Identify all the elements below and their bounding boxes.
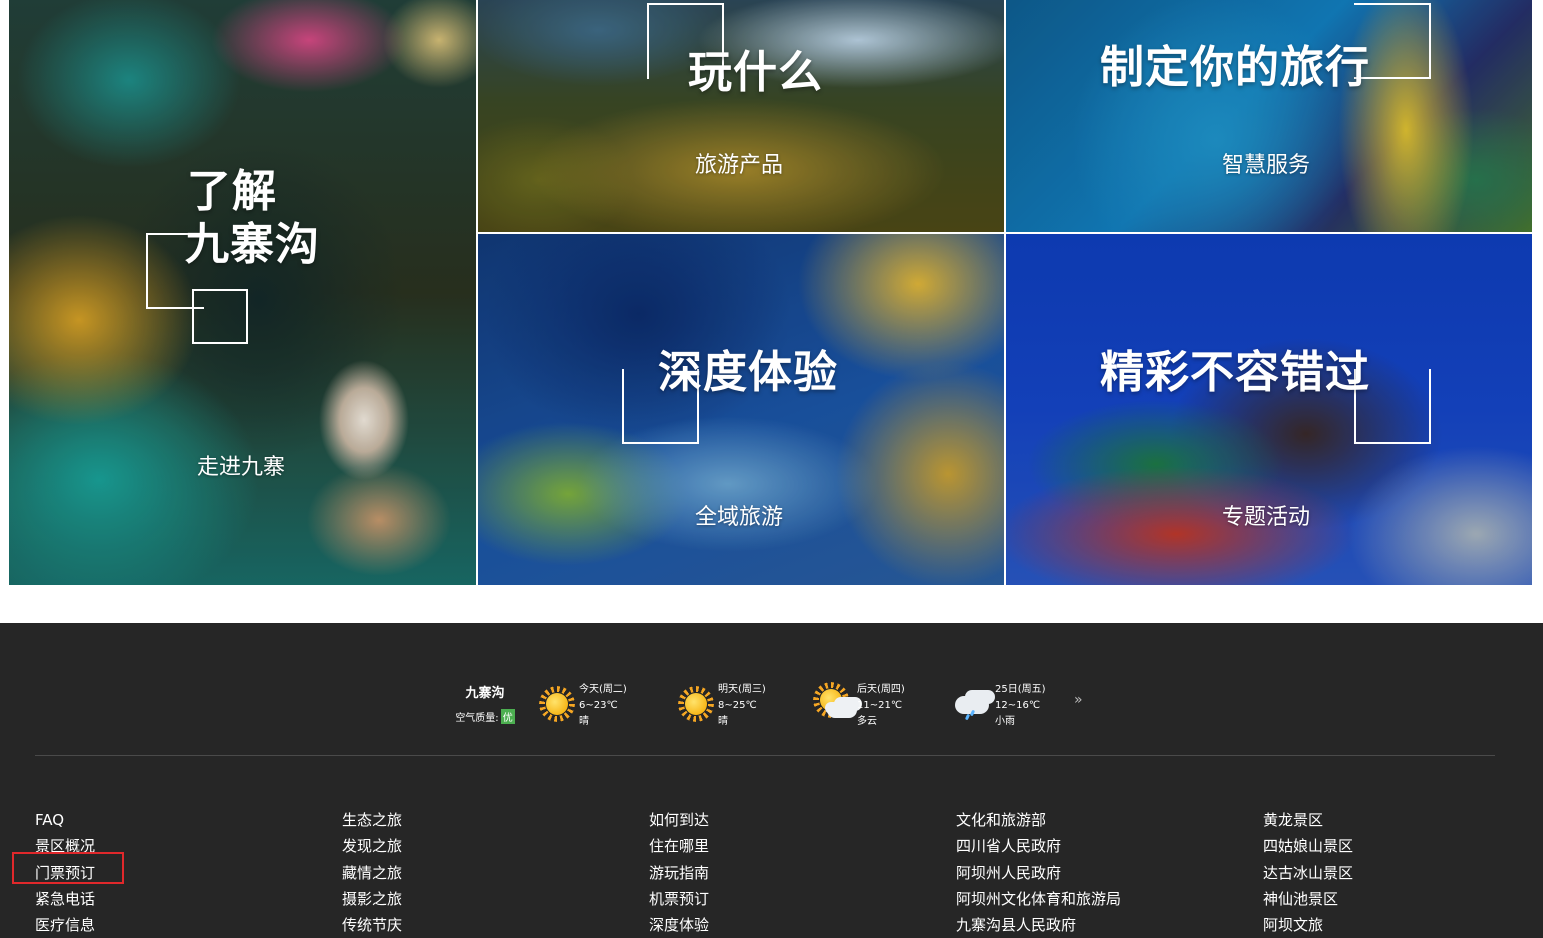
tile-not-to-miss[interactable]: 精彩不容错过 专题活动 bbox=[1006, 234, 1532, 585]
footer-link-siguniang[interactable]: 四姑娘山景区 bbox=[1263, 833, 1353, 859]
tile-subtitle: 智慧服务 bbox=[1222, 153, 1311, 178]
weather-day-after-tomorrow: 后天(周四) 11~21℃ 多云 bbox=[813, 678, 945, 738]
tile-learn-jiuzhaigou[interactable]: 了解 九寨沟 走进九寨 bbox=[9, 0, 476, 585]
air-quality-label: 空气质量: bbox=[455, 713, 499, 724]
weather-temp: 6~23℃ bbox=[579, 700, 618, 711]
weather-temp: 8~25℃ bbox=[718, 700, 757, 711]
footer-link-huanglong[interactable]: 黄龙景区 bbox=[1263, 807, 1353, 833]
partly-cloudy-icon bbox=[813, 682, 857, 724]
weather-day-label: 明天(周三) bbox=[718, 684, 766, 695]
footer-link-tibetan-tour[interactable]: 藏情之旅 bbox=[342, 860, 402, 886]
weather-day-label: 后天(周四) bbox=[857, 684, 905, 695]
tile-title: 深度体验 bbox=[658, 347, 838, 398]
footer-link-festivals[interactable]: 传统节庆 bbox=[342, 912, 402, 938]
footer-column-scenic-areas: 黄龙景区 四姑娘山景区 达古冰山景区 神仙池景区 阿坝文旅 bbox=[1263, 807, 1353, 938]
weather-temp: 11~21℃ bbox=[857, 700, 903, 711]
footer-link-travel-guide[interactable]: 游玩指南 bbox=[649, 860, 709, 886]
weather-day-tomorrow: 明天(周三) 8~25℃ 晴 bbox=[676, 678, 806, 738]
tile-plan-trip[interactable]: 制定你的旅行 智慧服务 bbox=[1006, 0, 1532, 232]
footer-link-shenxianchi[interactable]: 神仙池景区 bbox=[1263, 886, 1353, 912]
tile-subtitle: 全域旅游 bbox=[695, 505, 784, 530]
sun-icon bbox=[537, 684, 577, 724]
tile-title: 精彩不容错过 bbox=[1100, 347, 1370, 398]
footer-link-aba-culture-bureau[interactable]: 阿坝州文化体育和旅游局 bbox=[956, 886, 1121, 912]
footer-link-ministry-culture-tourism[interactable]: 文化和旅游部 bbox=[956, 807, 1121, 833]
footer-divider bbox=[35, 755, 1495, 756]
footer-link-medical-info[interactable]: 医疗信息 bbox=[35, 912, 95, 938]
footer-link-jiuzhaigou-county-government[interactable]: 九寨沟县人民政府 bbox=[956, 912, 1121, 938]
double-chevron-right-icon[interactable]: » bbox=[1074, 692, 1083, 708]
footer-link-photo-tour[interactable]: 摄影之旅 bbox=[342, 886, 402, 912]
frame-decoration bbox=[192, 289, 248, 344]
footer-link-eco-tour[interactable]: 生态之旅 bbox=[342, 807, 402, 833]
weather-day-label: 25日(周五) bbox=[995, 684, 1046, 695]
feature-tiles: 了解 九寨沟 走进九寨 玩什么 旅游产品 制定你的旅行 智慧服务 深度体验 全域… bbox=[0, 0, 1543, 585]
weather-desc: 晴 bbox=[718, 716, 728, 727]
tile-title: 制定你的旅行 bbox=[1100, 42, 1370, 93]
light-rain-icon bbox=[953, 684, 993, 724]
weather-desc: 晴 bbox=[579, 716, 589, 727]
tile-subtitle: 专题活动 bbox=[1222, 505, 1311, 530]
footer-link-how-to-get-there[interactable]: 如何到达 bbox=[649, 807, 709, 833]
footer-link-dagu-glacier[interactable]: 达古冰山景区 bbox=[1263, 860, 1353, 886]
footer-column-government: 文化和旅游部 四川省人民政府 阿坝州人民政府 阿坝州文化体育和旅游局 九寨沟县人… bbox=[956, 807, 1121, 938]
site-footer: 九寨沟 空气质量: 优 今天(周二) 6~23℃ 晴 明天(周三) 8~25℃ 晴 bbox=[0, 623, 1543, 938]
footer-link-aba-government[interactable]: 阿坝州人民政府 bbox=[956, 860, 1121, 886]
weather-temp: 12~16℃ bbox=[995, 700, 1041, 711]
footer-column-tours: 生态之旅 发现之旅 藏情之旅 摄影之旅 传统节庆 bbox=[342, 807, 402, 938]
footer-column-general: FAQ 景区概况 门票预订 紧急电话 医疗信息 bbox=[35, 807, 95, 938]
weather-day-today: 今天(周二) 6~23℃ 晴 bbox=[537, 678, 667, 738]
tile-what-to-play[interactable]: 玩什么 旅游产品 bbox=[478, 0, 1004, 232]
footer-link-where-to-stay[interactable]: 住在哪里 bbox=[649, 833, 709, 859]
weather-desc: 多云 bbox=[857, 716, 877, 727]
weather-day-label: 今天(周二) bbox=[579, 684, 627, 695]
footer-link-flight-booking[interactable]: 机票预订 bbox=[649, 886, 709, 912]
tile-subtitle: 旅游产品 bbox=[695, 153, 784, 178]
footer-column-guide: 如何到达 住在哪里 游玩指南 机票预订 深度体验 bbox=[649, 807, 709, 938]
weather-desc: 小雨 bbox=[995, 716, 1015, 727]
footer-link-faq[interactable]: FAQ bbox=[35, 807, 95, 833]
footer-link-deep-experience[interactable]: 深度体验 bbox=[649, 912, 709, 938]
footer-link-aba-culture-tourism[interactable]: 阿坝文旅 bbox=[1263, 912, 1353, 938]
air-quality-badge: 优 bbox=[500, 709, 515, 724]
tile-title: 玩什么 bbox=[688, 47, 823, 98]
tile-title: 九寨沟 bbox=[185, 219, 320, 270]
footer-link-discovery-tour[interactable]: 发现之旅 bbox=[342, 833, 402, 859]
air-quality: 空气质量: 优 bbox=[440, 709, 530, 724]
weather-location: 九寨沟 空气质量: 优 bbox=[440, 682, 530, 724]
tile-deep-experience[interactable]: 深度体验 全域旅游 bbox=[478, 234, 1004, 585]
weather-city: 九寨沟 bbox=[465, 686, 505, 701]
tile-title: 了解 bbox=[187, 166, 277, 217]
footer-link-emergency-phone[interactable]: 紧急电话 bbox=[35, 886, 95, 912]
footer-link-ticket-booking[interactable]: 门票预订 bbox=[35, 860, 95, 886]
tile-subtitle: 走进九寨 bbox=[197, 455, 286, 480]
weather-widget: 九寨沟 空气质量: 优 今天(周二) 6~23℃ 晴 明天(周三) 8~25℃ 晴 bbox=[440, 678, 1100, 738]
sun-icon bbox=[676, 684, 716, 724]
weather-day-friday: 25日(周五) 12~16℃ 小雨 bbox=[953, 678, 1083, 738]
footer-link-overview[interactable]: 景区概况 bbox=[35, 833, 95, 859]
footer-link-sichuan-government[interactable]: 四川省人民政府 bbox=[956, 833, 1121, 859]
